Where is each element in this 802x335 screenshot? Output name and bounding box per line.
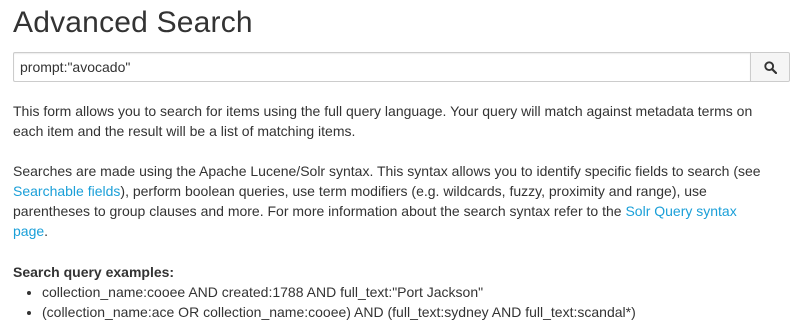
- example-item: collection_name:cooee AND created:1788 A…: [42, 282, 792, 302]
- examples-list: collection_name:cooee AND created:1788 A…: [13, 282, 792, 322]
- example-item: (collection_name:ace OR collection_name:…: [42, 302, 792, 322]
- advanced-search-page: Advanced Search This form allows you to …: [13, 0, 791, 320]
- search-icon: [763, 60, 777, 74]
- page-title: Advanced Search: [13, 6, 253, 39]
- search-bar: [13, 52, 790, 82]
- examples-title: Search query examples:: [13, 264, 175, 280]
- syntax-text-3: .: [44, 223, 49, 239]
- syntax-text-1: Searches are made using the Apache Lucen…: [13, 163, 761, 179]
- syntax-paragraph: Searches are made using the Apache Lucen…: [13, 161, 773, 241]
- intro-paragraph: This form allows you to search for items…: [13, 103, 753, 139]
- searchable-fields-link[interactable]: Searchable fields: [13, 183, 120, 199]
- search-button[interactable]: [750, 52, 790, 82]
- search-input[interactable]: [13, 52, 750, 82]
